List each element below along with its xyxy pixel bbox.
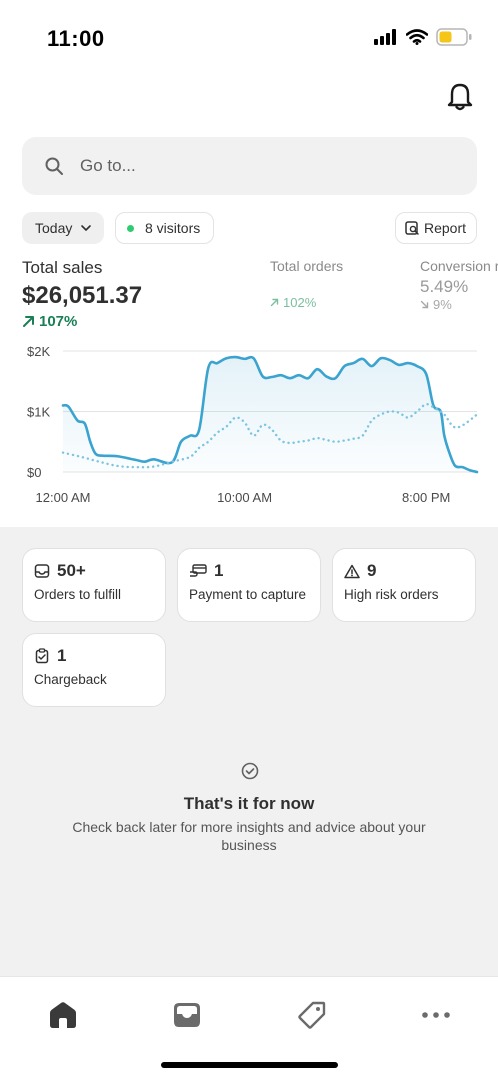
high-risk-count: 9 <box>367 561 377 580</box>
inbox-icon <box>34 564 50 578</box>
metric-total-orders[interactable]: Total orders 102% <box>270 258 343 310</box>
arrow-down-right-icon <box>420 300 429 309</box>
signal-icon <box>374 29 396 45</box>
orders-to-fulfill-count: 50+ <box>57 561 86 580</box>
empty-state-title: That's it for now <box>183 794 315 813</box>
conversion-label: Conversion rate <box>420 258 498 274</box>
more-icon <box>422 1012 450 1018</box>
tag-icon <box>298 1001 326 1029</box>
conversion-delta: 9% <box>420 297 498 312</box>
arrow-up-right-icon <box>23 316 34 327</box>
payment-to-capture-label: Payment to capture <box>189 587 307 602</box>
search-placeholder: Go to... <box>80 156 136 175</box>
y-tick-label: $1K <box>27 405 50 420</box>
bell-icon <box>447 83 473 111</box>
live-visitors-chip[interactable]: 8 visitors <box>115 212 214 244</box>
total-orders-delta: 102% <box>270 295 343 310</box>
tab-more[interactable] <box>416 995 456 1035</box>
inbox-icon <box>174 1003 200 1027</box>
conversion-value: 5.49% <box>420 277 469 296</box>
tab-home[interactable] <box>43 995 83 1035</box>
chevron-down-icon <box>81 225 92 231</box>
period-label: Today <box>35 220 73 236</box>
total-sales-delta: 107% <box>22 313 142 330</box>
empty-state-text: Check back later for more insights and a… <box>72 819 426 853</box>
status-icons <box>374 28 472 46</box>
total-orders-label: Total orders <box>270 258 344 274</box>
sales-chart[interactable]: $0 $1K $2K 12:00 AM 10:00 AM 8:00 PM <box>0 335 498 515</box>
status-time: 11:00 <box>47 26 105 51</box>
live-dot-icon <box>127 224 134 232</box>
battery-icon <box>436 28 472 46</box>
conversion-delta-value: 9% <box>433 297 452 312</box>
total-orders-delta-value: 102% <box>283 295 317 310</box>
search-icon <box>45 157 63 175</box>
check-circle-icon <box>241 762 259 780</box>
warning-icon <box>344 564 360 578</box>
y-tick-label: $0 <box>27 465 41 480</box>
payment-to-capture-count: 1 <box>214 561 224 580</box>
chargeback-icon <box>35 648 49 664</box>
arrow-up-right-icon <box>270 298 279 307</box>
report-icon <box>405 221 419 235</box>
wifi-icon <box>406 29 428 45</box>
chargeback-count: 1 <box>57 646 67 665</box>
card-chargeback[interactable]: 1 Chargeback <box>22 633 166 707</box>
visitors-label: 8 visitors <box>145 220 201 236</box>
series-area <box>63 357 477 472</box>
total-sales-value: $26,051.37 <box>22 282 143 309</box>
notifications-button[interactable] <box>445 80 475 117</box>
x-tick-label: 10:00 AM <box>217 490 272 505</box>
tab-orders[interactable] <box>167 995 207 1035</box>
home-indicator <box>161 1062 338 1068</box>
x-tick-label: 8:00 PM <box>402 490 450 505</box>
period-selector[interactable]: Today <box>22 212 104 244</box>
y-tick-label: $2K <box>27 344 50 359</box>
report-label: Report <box>424 220 467 236</box>
total-sales-delta-value: 107% <box>39 313 78 330</box>
card-high-risk-orders[interactable]: 9 High risk orders <box>332 548 476 622</box>
search-bar[interactable]: Go to... <box>22 137 477 195</box>
high-risk-label: High risk orders <box>344 587 439 602</box>
tab-products[interactable] <box>292 995 332 1035</box>
x-tick-label: 12:00 AM <box>36 490 91 505</box>
home-icon <box>50 1002 76 1028</box>
card-payment-to-capture[interactable]: 1 Payment to capture <box>177 548 321 622</box>
card-orders-to-fulfill[interactable]: 50+ Orders to fulfill <box>22 548 166 622</box>
total-sales-label: Total sales <box>22 258 103 277</box>
orders-to-fulfill-label: Orders to fulfill <box>34 587 122 602</box>
metric-total-sales[interactable]: Total sales $26,051.37 107% <box>22 258 142 330</box>
payment-icon <box>190 564 207 577</box>
report-button[interactable]: Report <box>395 212 477 244</box>
chargeback-label: Chargeback <box>34 672 107 687</box>
metric-conversion[interactable]: Conversion rate 5.49% 9% <box>420 258 498 312</box>
